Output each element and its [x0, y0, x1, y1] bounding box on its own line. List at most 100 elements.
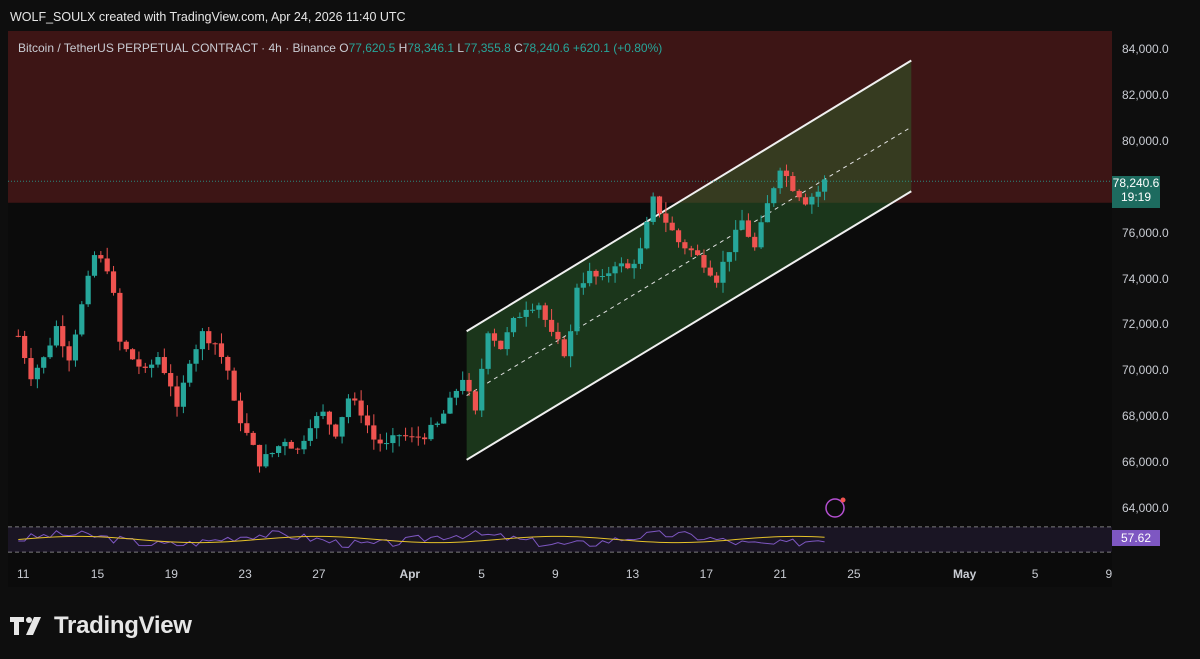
close-value: 78,240.6: [522, 41, 570, 55]
last-price-badge: 78,240.6 19:19: [1112, 176, 1160, 208]
candle-body: [269, 452, 275, 455]
x-tick-label: May: [952, 567, 977, 581]
candle-body: [218, 343, 225, 357]
y-tick-label: 74,000.0: [1122, 271, 1169, 286]
x-tick-label: 23: [238, 567, 252, 581]
x-tick-label: 11: [17, 567, 30, 581]
alert-icon: [825, 497, 846, 518]
candle-body: [777, 170, 783, 189]
candle-body: [91, 255, 98, 276]
candle-body: [517, 316, 523, 318]
open-value: 77,620.5: [348, 41, 396, 55]
candle-body: [288, 441, 294, 449]
candle-body: [644, 221, 650, 249]
candle-body: [199, 331, 206, 350]
candle-body: [174, 386, 180, 407]
x-tick-label: 13: [625, 567, 640, 581]
candle-body: [783, 170, 790, 177]
candle-body: [625, 263, 631, 269]
candle-body: [371, 425, 377, 440]
tradingview-logo-icon: [10, 617, 41, 635]
resistance-zone: [8, 31, 1112, 203]
candle-body: [733, 229, 739, 253]
x-tick-label: 5: [478, 567, 485, 581]
candle-body: [104, 258, 110, 272]
candle-body: [263, 454, 269, 467]
candle-body: [580, 283, 586, 288]
price-chart[interactable]: [8, 31, 1112, 587]
candle-body: [307, 428, 313, 441]
x-tick-label: 19: [164, 567, 178, 581]
candle-body: [764, 203, 771, 223]
candle-body: [193, 349, 199, 364]
open-label: O: [339, 41, 349, 55]
candle-body: [504, 332, 510, 350]
candle-body: [244, 423, 250, 433]
y-tick-label: 64,000.0: [1122, 501, 1169, 515]
candle-body: [447, 397, 453, 414]
candle-body: [599, 276, 605, 278]
symbol-legend: Bitcoin / TetherUS PERPETUAL CONTRACT · …: [18, 41, 662, 55]
candle-body: [345, 398, 352, 418]
x-tick-label: 17: [699, 567, 713, 581]
candle-body: [815, 191, 821, 197]
y-tick-label: 72,000.0: [1122, 317, 1169, 332]
tradingview-footer[interactable]: TradingView: [10, 612, 192, 640]
candle-body: [637, 248, 644, 264]
candle-body: [574, 287, 580, 332]
candle-body: [758, 222, 764, 248]
candle-body: [675, 230, 682, 243]
x-tick-label: 25: [847, 567, 861, 581]
y-tick-label: 68,000.0: [1122, 409, 1169, 424]
candle-body: [745, 220, 751, 237]
candle-body: [714, 275, 720, 283]
candle-body: [409, 436, 415, 438]
candle-body: [739, 220, 745, 230]
candle-body: [34, 367, 40, 380]
candle-body: [796, 190, 802, 198]
candle-body: [149, 364, 155, 368]
x-tick-label: 27: [312, 567, 326, 581]
candle-body: [542, 305, 548, 320]
tradingview-brand: TradingView: [54, 612, 192, 639]
candle-body: [282, 441, 288, 447]
candle-body: [66, 346, 72, 361]
candle-body: [650, 196, 656, 222]
candle-body: [314, 416, 320, 429]
x-tick-label: 15: [90, 567, 105, 581]
candle-body: [117, 292, 123, 342]
candle-body: [612, 266, 618, 274]
x-tick-label: 9: [1105, 567, 1113, 581]
candle-body: [231, 370, 237, 401]
chart-frame[interactable]: [8, 31, 1112, 587]
candle-body: [720, 261, 726, 283]
candle-body: [237, 400, 244, 424]
candle-body: [352, 398, 358, 401]
y-tick-label: 70,000.0: [1122, 363, 1169, 378]
high-value: 78,346.1: [407, 41, 455, 55]
change-value: +620.1 (+0.80%): [572, 41, 663, 55]
candle-body: [79, 304, 85, 335]
candle-body: [256, 444, 263, 467]
y-tick-label: 82,000.0: [1122, 87, 1169, 102]
x-tick-label: 5: [1031, 567, 1039, 581]
candle-body: [441, 413, 447, 424]
candle-body: [669, 222, 675, 231]
chart-credit: WOLF_SOULX created with TradingView.com,…: [10, 10, 406, 24]
candle-body: [701, 255, 707, 268]
candle-body: [129, 349, 136, 360]
candle-body: [415, 436, 421, 438]
candle-body: [390, 435, 396, 444]
candle-body: [472, 391, 479, 411]
candle-body: [333, 424, 339, 437]
candle-body: [771, 188, 777, 204]
candle-body: [276, 446, 282, 453]
candle-body: [434, 423, 440, 425]
candle-body: [396, 435, 402, 437]
candle-body: [15, 335, 21, 337]
candle-body: [377, 439, 383, 444]
candle-body: [301, 440, 307, 450]
candle-body: [606, 273, 612, 277]
candle-body: [60, 326, 66, 347]
symbol-title[interactable]: Bitcoin / TetherUS PERPETUAL CONTRACT · …: [18, 41, 336, 55]
